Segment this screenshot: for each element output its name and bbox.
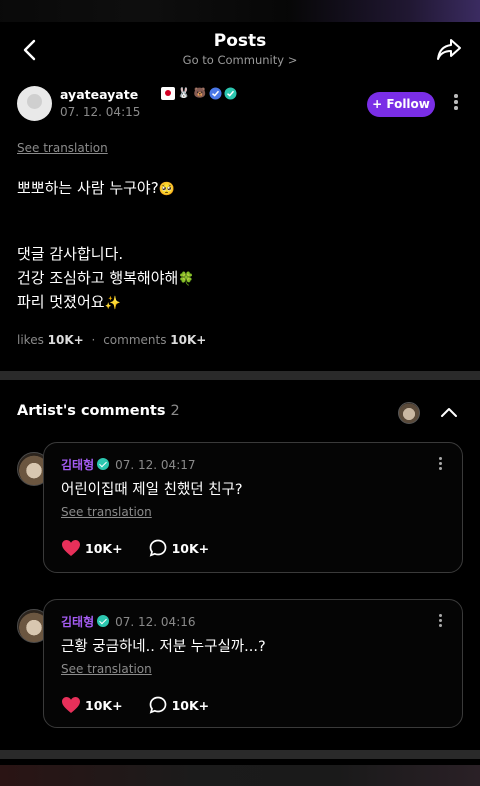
likes-label: likes [17,333,44,347]
comment-author[interactable]: 김태형 [61,615,94,629]
avatar [398,402,420,424]
heart-icon[interactable] [61,539,81,557]
author-name[interactable]: ayateayate [60,87,138,102]
share-icon [437,39,461,60]
post-body: 뽀뽀하는 사람 누구야?🥺 댓글 감사합니다. 건강 조심하고 행복해야해🍀 파… [17,176,195,314]
pleading-face-emoji: 🥺 [158,182,175,197]
comment-actions: 10K+ 10K+ [61,696,209,714]
see-translation-link[interactable]: See translation [61,662,152,676]
bear-icon: 🐻 [193,88,207,99]
verified-icon [97,615,110,627]
avatar[interactable] [17,86,52,121]
section-divider [0,371,480,380]
comment-actions: 10K+ 10K+ [61,539,209,557]
comment-bubble-icon[interactable] [149,696,167,714]
author-badges: 🐰 🐻 [161,87,237,100]
post-line: 파리 멋졌어요 [17,293,105,311]
section-divider [0,750,480,759]
comment-text: 근황 궁금하네.. 저분 누구실까...? [61,639,266,655]
more-options-button[interactable] [437,457,443,473]
next-post-preview [0,765,480,786]
comments-label[interactable]: comments [103,333,166,347]
verified-icon [209,87,222,100]
post-stats: likes 10K+ · comments 10K+ [17,333,207,347]
share-button[interactable] [434,34,464,64]
like-count: 10K+ [85,697,123,713]
comment-timestamp: 07. 12. 04:16 [115,615,196,629]
artist-comments-count: 2 [170,403,180,419]
post-line: 댓글 감사합니다. [17,245,124,263]
sparkles-emoji: ✨ [104,296,121,311]
status-bar-strip [0,0,480,22]
like-count: 10K+ [85,540,123,556]
more-options-button[interactable] [453,94,459,114]
artist-comments-title: Artist's comments [17,403,166,419]
collapse-button[interactable] [440,404,458,418]
chevron-up-icon [441,408,457,417]
post-line: 건강 조심하고 행복해야해 [17,269,179,287]
verified-icon [97,458,110,470]
go-to-community-link[interactable]: Go to Community > [0,53,480,67]
page-title: Posts [213,31,267,51]
heart-icon[interactable] [61,696,81,714]
top-app-bar: Posts Go to Community > [0,22,480,78]
reply-count: 10K+ [171,540,210,556]
comment-card: 김태형 07. 12. 04:16 근황 궁금하네.. 저분 누구실까...? S… [43,599,463,728]
artist-comments-header: Artist's comments 2 [17,403,180,419]
comment-card: 김태형 07. 12. 04:17 어린이집때 제일 친했던 친구? See tr… [43,442,463,573]
comment-bubble-icon[interactable] [149,539,167,557]
follow-button[interactable]: + Follow [367,92,435,117]
verified-icon [224,87,237,100]
reply-count: 10K+ [171,697,210,713]
post-timestamp: 07. 12. 04:15 [60,105,141,119]
clover-emoji: 🍀 [178,272,195,287]
post-line: 뽀뽀하는 사람 누구야? [17,179,159,197]
rabbit-icon: 🐰 [177,88,191,99]
see-translation-link[interactable]: See translation [17,141,108,155]
post-author-row: ayateayate 🐰 🐻 07. 12. 04:15 + Follow [17,86,467,126]
likes-count: 10K+ [47,333,84,347]
comments-count: 10K+ [170,333,207,347]
comment-text: 어린이집때 제일 친했던 친구? [61,482,243,498]
comment-author[interactable]: 김태형 [61,458,94,472]
see-translation-link[interactable]: See translation [61,505,152,519]
japan-flag-icon [161,87,175,100]
more-options-button[interactable] [437,614,443,630]
comment-timestamp: 07. 12. 04:17 [115,458,196,472]
